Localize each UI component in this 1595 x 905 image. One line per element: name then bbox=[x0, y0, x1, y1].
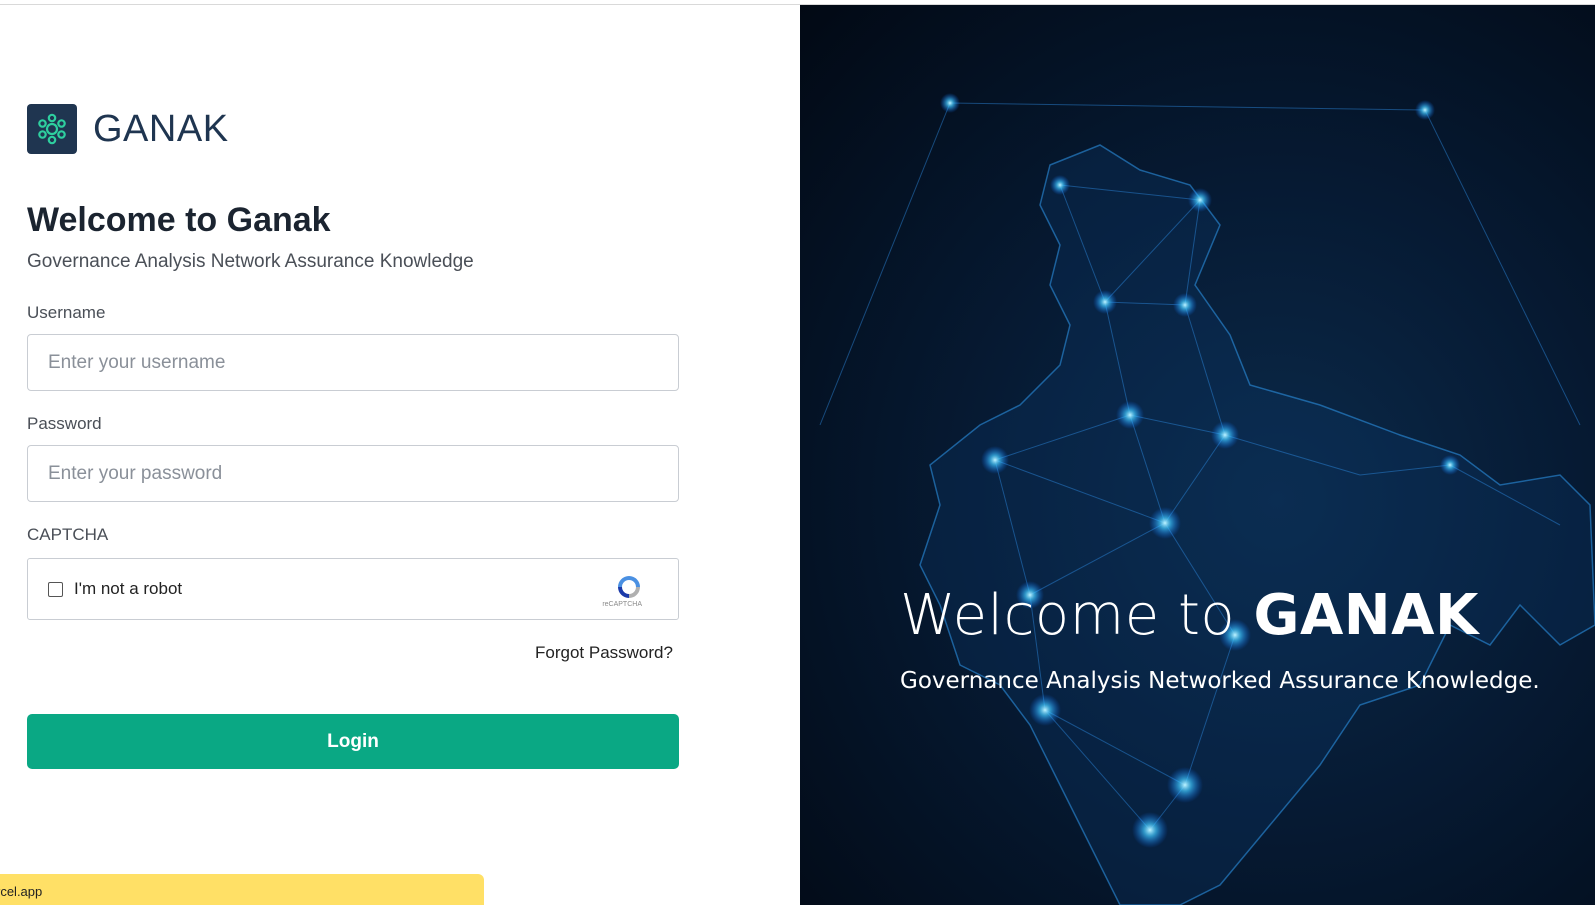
password-label: Password bbox=[27, 414, 102, 433]
recaptcha-widget: I'm not a robot reCAPTCHA bbox=[27, 558, 679, 620]
url-toast: rcel.app bbox=[0, 874, 484, 905]
brand-name: GANAK bbox=[93, 107, 229, 150]
captcha-text: I'm not a robot bbox=[74, 579, 183, 598]
toast-text: rcel.app bbox=[0, 884, 43, 899]
page-title: Welcome to Ganak bbox=[27, 201, 331, 239]
hero-panel: Welcome to GANAK Governance Analysis Net… bbox=[800, 5, 1595, 905]
password-input[interactable] bbox=[27, 445, 679, 502]
recaptcha-brand: reCAPTCHA bbox=[602, 601, 642, 608]
captcha-label: CAPTCHA bbox=[27, 525, 109, 544]
hero-title-brand: GANAK bbox=[1253, 583, 1479, 648]
recaptcha-icon bbox=[618, 576, 640, 598]
login-page: GANAK Welcome to Ganak Governance Analys… bbox=[0, 0, 1595, 905]
login-button[interactable]: Login bbox=[27, 714, 679, 769]
username-label: Username bbox=[27, 303, 106, 322]
hero-title-prefix: Welcome to bbox=[900, 583, 1236, 648]
brand-header: GANAK bbox=[27, 104, 229, 154]
username-input[interactable] bbox=[27, 334, 679, 391]
login-panel: GANAK Welcome to Ganak Governance Analys… bbox=[0, 5, 800, 905]
page-subtitle: Governance Analysis Network Assurance Kn… bbox=[27, 251, 474, 272]
hexagon-network-icon bbox=[27, 104, 77, 154]
forgot-password-link[interactable]: Forgot Password? bbox=[535, 643, 673, 663]
captcha-checkbox[interactable] bbox=[48, 582, 63, 597]
hero-subtitle: Governance Analysis Networked Assurance … bbox=[900, 668, 1540, 694]
india-network-map-image bbox=[819, 93, 1595, 905]
hero-title: Welcome to GANAK bbox=[900, 583, 1479, 648]
